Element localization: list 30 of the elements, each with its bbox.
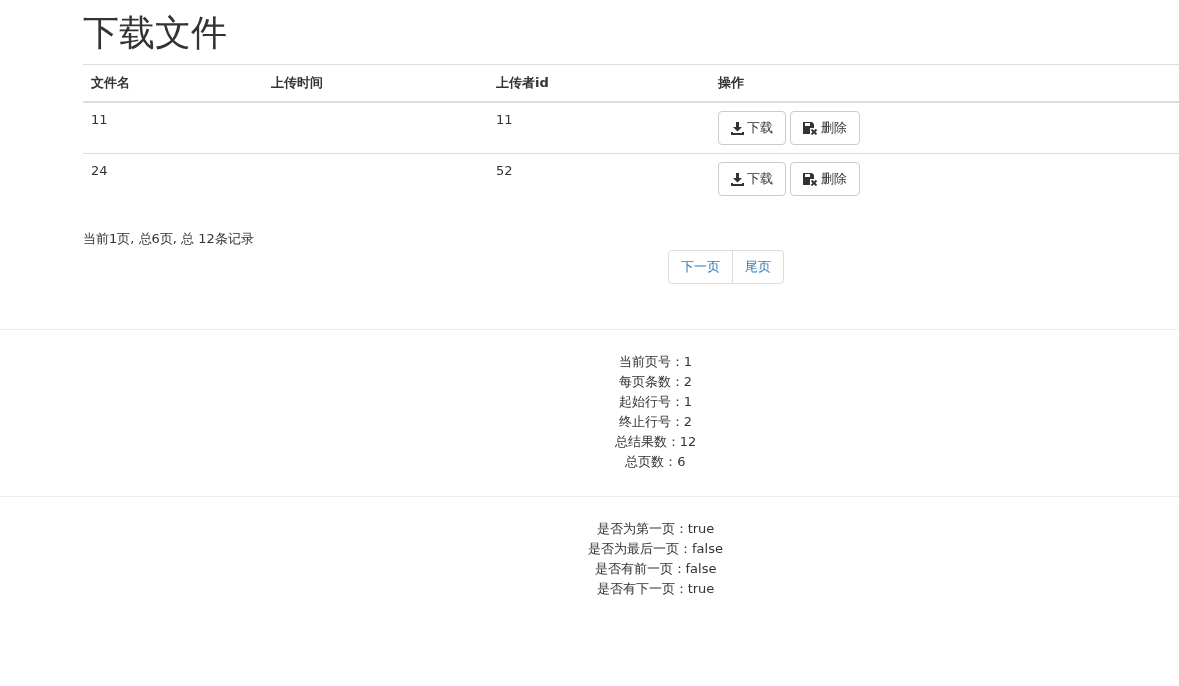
column-header: 文件名 [83, 64, 263, 102]
floppy-x-icon [803, 121, 818, 135]
page-summary: 当前1页, 总6页, 总 12条记录 [83, 230, 255, 248]
column-header: 操作 [710, 64, 1179, 102]
download-button[interactable]: 下载 [718, 111, 786, 145]
table-cell: 52 [488, 153, 710, 204]
info-line: 是否有前一页：false [593, 560, 718, 578]
info-line: 是否为最后一页：false [587, 540, 724, 558]
info-line: 终止行号：2 [617, 413, 694, 431]
info-line: 是否为第一页：true [595, 520, 716, 538]
info-line: 总页数：6 [624, 453, 687, 471]
delete-button[interactable]: 删除 [790, 162, 860, 196]
column-header: 上传者id [488, 64, 710, 102]
floppy-x-icon [803, 172, 818, 186]
info-line: 当前页号：1 [617, 353, 694, 371]
delete-button[interactable]: 删除 [790, 111, 860, 145]
column-header: 上传时间 [263, 64, 488, 102]
info-line: 每页条数：2 [617, 373, 694, 391]
pagination-link[interactable]: 尾页 [732, 250, 784, 284]
info-line: 起始行号：1 [617, 393, 694, 411]
info-line: 总结果数：12 [613, 433, 698, 451]
table-cell: 11 [83, 102, 263, 154]
download-icon [731, 121, 744, 135]
page-title: 下载文件 [83, 11, 228, 55]
table-cell: 24 [83, 153, 263, 204]
download-icon [731, 172, 744, 186]
pagination-link[interactable]: 下一页 [668, 250, 733, 284]
table-cell: 11 [488, 102, 710, 154]
download-button[interactable]: 下载 [718, 162, 786, 196]
info-line: 是否有下一页：true [595, 580, 716, 598]
